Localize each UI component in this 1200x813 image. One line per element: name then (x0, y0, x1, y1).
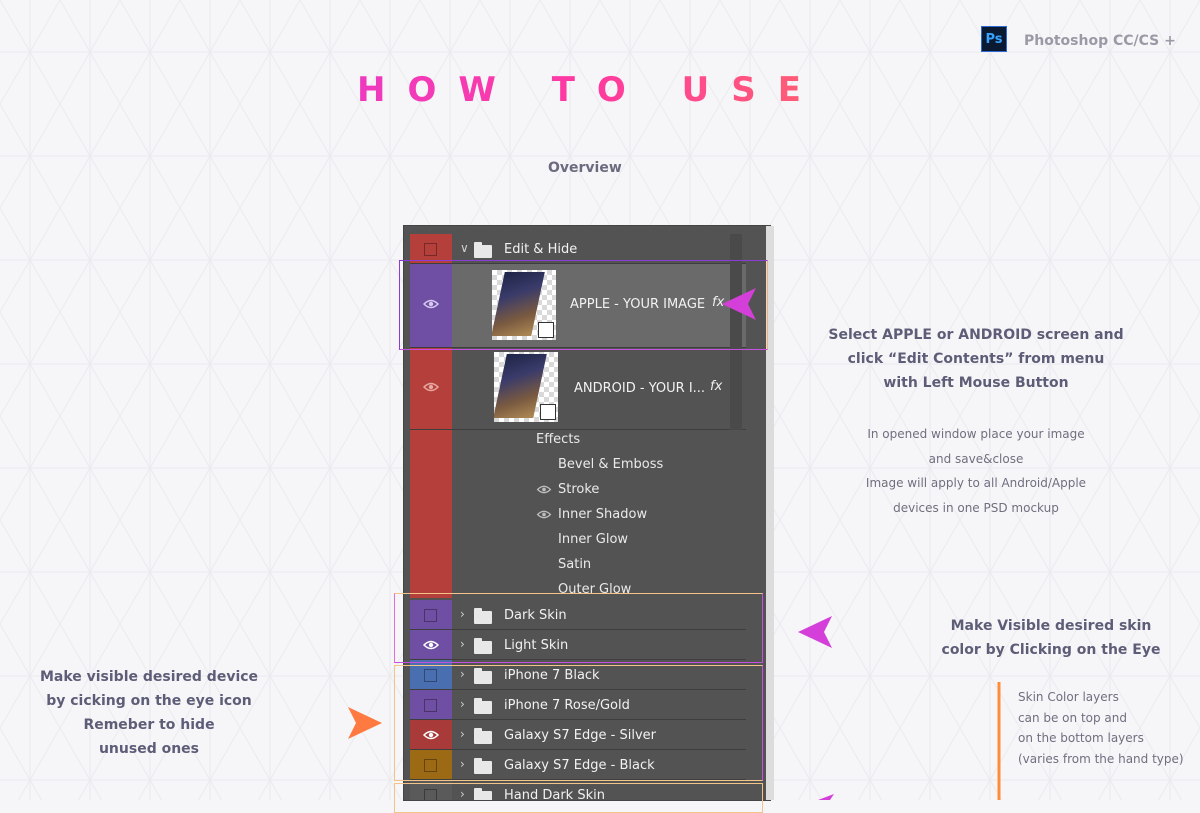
callout-skin-note: Skin Color layers can be on top and on t… (1018, 690, 1184, 766)
callout-instructions: In opened window place your image and sa… (865, 427, 1087, 515)
callout-skin: Make Visible desired skin color by Click… (941, 618, 1161, 658)
callout-select-screen: Select APPLE or ANDROID screen and click… (828, 327, 1124, 391)
arrow-to-skin-layers (798, 616, 938, 648)
arrow-to-apple-layer (722, 288, 950, 320)
callout-device: Make visible desired device by cicking o… (39, 669, 259, 757)
arrow-to-hand-layers (818, 794, 834, 800)
